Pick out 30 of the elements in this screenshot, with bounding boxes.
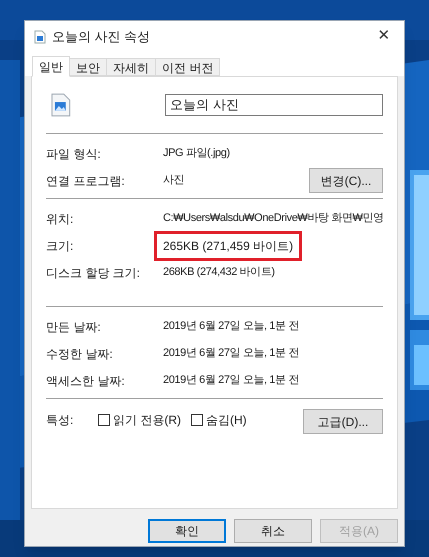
field-value: 사진: [163, 173, 184, 188]
field-label: 만든 날짜:: [46, 318, 102, 336]
field-value: 2019년 6월 27일 오늘, 1분 전: [163, 373, 299, 388]
tab[interactable]: 일반: [32, 56, 70, 77]
field-value: JPG 파일(.jpg): [163, 146, 230, 162]
field-label: 파일 형식:: [46, 146, 102, 162]
field-label: 수정한 날짜:: [46, 346, 114, 362]
field-value: 2019년 6월 27일 오늘, 1분 전: [163, 319, 299, 334]
file-name-field[interactable]: 오늘의 사진: [165, 94, 383, 116]
field-label: 크기:: [46, 238, 74, 254]
tab[interactable]: 보안: [69, 58, 107, 76]
field-label: 디스크 할당 크기:: [46, 264, 142, 282]
attributes-label: 특성:: [46, 412, 74, 429]
checkbox-label: 숨김(H): [206, 412, 247, 429]
field-value: 2019년 6월 27일 오늘, 1분 전: [163, 346, 299, 362]
close-button[interactable]: ✕: [368, 24, 400, 50]
field-label: 연결 프로그램:: [46, 172, 126, 190]
window-title: 오늘의 사진 속성: [52, 28, 150, 46]
field-value: 265KB (271,459 바이트): [154, 230, 302, 260]
field-value: C:₩Users₩alsdu₩OneDrive₩바탕 화면₩민영: [163, 211, 384, 226]
field-label: 액세스한 날짜:: [46, 372, 126, 390]
tab[interactable]: 이전 버전: [155, 58, 220, 76]
checkbox-label: 읽기 전용(R): [113, 412, 181, 429]
tab[interactable]: 자세히: [106, 58, 156, 76]
dialog-button[interactable]: 확인: [148, 519, 226, 543]
dialog-button[interactable]: 취소: [234, 519, 312, 543]
field-value: 268KB (274,432 바이트): [163, 265, 275, 280]
field-label: 위치:: [46, 210, 74, 228]
change-button[interactable]: 변경(C)...: [309, 168, 383, 193]
advanced-button[interactable]: 고급(D)...: [303, 409, 383, 434]
